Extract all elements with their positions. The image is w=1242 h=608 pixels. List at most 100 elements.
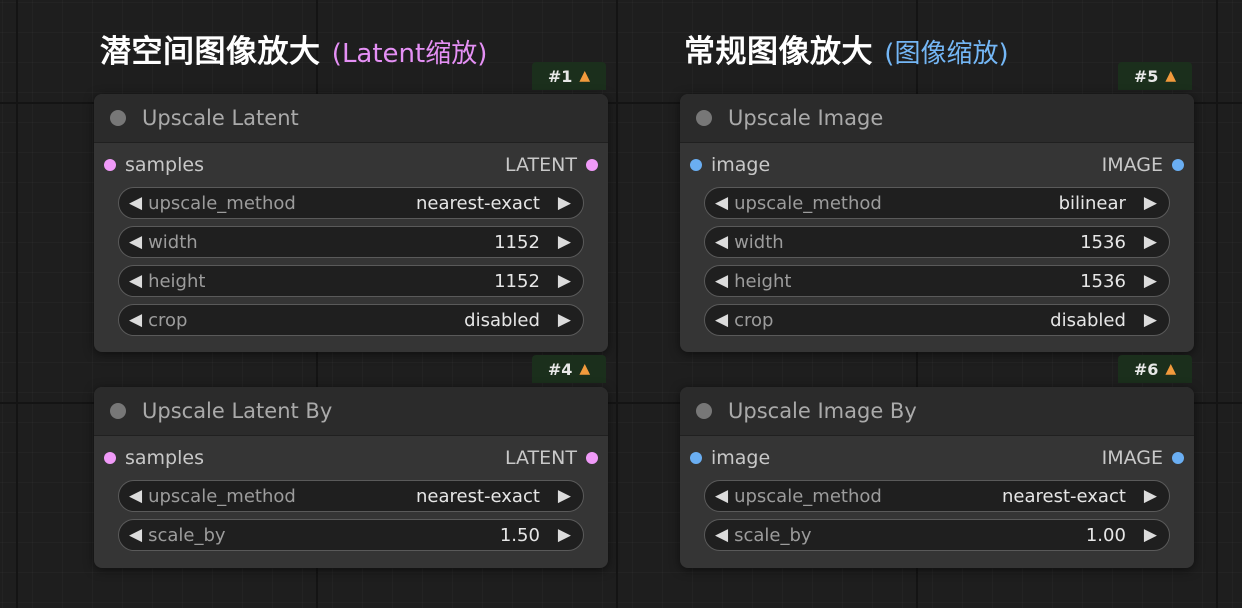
node-upscale-latent-by[interactable]: Upscale Latent By samples LATENT ◀ upsca… [94, 387, 608, 568]
arrow-left-icon[interactable]: ◀ [129, 310, 142, 330]
arrow-left-icon[interactable]: ◀ [715, 310, 728, 330]
node-collapse-dot-icon[interactable] [110, 110, 126, 126]
slot-row: image IMAGE [680, 436, 1194, 480]
heading-latent-title: 潜空间图像放大 [100, 34, 321, 70]
widget-value[interactable]: 1.00 [1086, 525, 1126, 546]
arrow-right-icon[interactable]: ▶ [1144, 486, 1157, 506]
widget-label: crop [148, 309, 188, 331]
arrow-right-icon[interactable]: ▶ [1144, 525, 1157, 545]
widget-value[interactable]: 1.50 [500, 525, 540, 546]
widget-crop[interactable]: ◀ crop disabled ▶ [118, 304, 584, 336]
node-id-badge: #5 ▲ [1118, 62, 1192, 90]
widget-value[interactable]: nearest-exact [1002, 486, 1126, 507]
slot-row: samples LATENT [94, 143, 608, 187]
node-collapse-dot-icon[interactable] [696, 403, 712, 419]
node-id-badge: #6 ▲ [1118, 355, 1192, 383]
slot-row: samples LATENT [94, 436, 608, 480]
widget-upscale-method[interactable]: ◀ upscale_method nearest-exact ▶ [118, 187, 584, 219]
widget-crop[interactable]: ◀ crop disabled ▶ [704, 304, 1170, 336]
fox-icon: ▲ [579, 361, 591, 377]
widget-value[interactable]: bilinear [1059, 193, 1126, 214]
widget-label: height [734, 270, 792, 292]
input-slot-samples[interactable] [104, 159, 116, 171]
arrow-left-icon[interactable]: ◀ [715, 486, 728, 506]
arrow-left-icon[interactable]: ◀ [715, 271, 728, 291]
arrow-left-icon[interactable]: ◀ [129, 232, 142, 252]
node-id-badge: #4 ▲ [532, 355, 606, 383]
input-slot-image[interactable] [690, 452, 702, 464]
widget-label: upscale_method [734, 485, 882, 507]
widget-value[interactable]: 1536 [1080, 271, 1126, 292]
heading-latent-subtitle: (Latent缩放) [331, 39, 488, 69]
output-slot-image[interactable] [1172, 452, 1184, 464]
widget-value[interactable]: 1536 [1080, 232, 1126, 253]
arrow-right-icon[interactable]: ▶ [558, 193, 571, 213]
widget-value[interactable]: disabled [464, 310, 540, 331]
widget-value[interactable]: nearest-exact [416, 486, 540, 507]
arrow-right-icon[interactable]: ▶ [558, 486, 571, 506]
output-slot-latent[interactable] [586, 452, 598, 464]
node-title: Upscale Latent [142, 106, 299, 130]
output-slot-latent[interactable] [586, 159, 598, 171]
widget-label: height [148, 270, 206, 292]
widget-value[interactable]: 1152 [494, 232, 540, 253]
arrow-right-icon[interactable]: ▶ [1144, 310, 1157, 330]
node-header[interactable]: Upscale Image [680, 94, 1194, 143]
widget-width[interactable]: ◀ width 1536 ▶ [704, 226, 1170, 258]
arrow-left-icon[interactable]: ◀ [129, 525, 142, 545]
input-label: image [711, 154, 771, 176]
widget-height[interactable]: ◀ height 1536 ▶ [704, 265, 1170, 297]
arrow-right-icon[interactable]: ▶ [1144, 232, 1157, 252]
widget-value[interactable]: 1152 [494, 271, 540, 292]
widget-label: scale_by [734, 524, 812, 546]
arrow-right-icon[interactable]: ▶ [1144, 271, 1157, 291]
arrow-right-icon[interactable]: ▶ [558, 232, 571, 252]
widget-value[interactable]: disabled [1050, 310, 1126, 331]
node-upscale-image[interactable]: Upscale Image image IMAGE ◀ upscale_meth… [680, 94, 1194, 352]
badge-id: #4 [547, 359, 573, 379]
node-upscale-image-by[interactable]: Upscale Image By image IMAGE ◀ upscale_m… [680, 387, 1194, 568]
arrow-left-icon[interactable]: ◀ [715, 193, 728, 213]
widget-scale-by[interactable]: ◀ scale_by 1.00 ▶ [704, 519, 1170, 551]
widget-value[interactable]: nearest-exact [416, 193, 540, 214]
node-header[interactable]: Upscale Image By [680, 387, 1194, 436]
heading-image-subtitle: (图像缩放) [884, 39, 1009, 69]
input-label: image [711, 447, 771, 469]
arrow-left-icon[interactable]: ◀ [129, 193, 142, 213]
arrow-right-icon[interactable]: ▶ [1144, 193, 1157, 213]
input-slot-image[interactable] [690, 159, 702, 171]
arrow-right-icon[interactable]: ▶ [558, 310, 571, 330]
widget-upscale-method[interactable]: ◀ upscale_method bilinear ▶ [704, 187, 1170, 219]
widget-upscale-method[interactable]: ◀ upscale_method nearest-exact ▶ [118, 480, 584, 512]
input-label: samples [125, 154, 204, 176]
node-header[interactable]: Upscale Latent By [94, 387, 608, 436]
widget-label: width [148, 231, 198, 253]
widget-label: upscale_method [734, 192, 882, 214]
arrow-right-icon[interactable]: ▶ [558, 271, 571, 291]
output-label: LATENT [505, 447, 577, 469]
node-header[interactable]: Upscale Latent [94, 94, 608, 143]
node-collapse-dot-icon[interactable] [696, 110, 712, 126]
arrow-left-icon[interactable]: ◀ [715, 525, 728, 545]
widget-height[interactable]: ◀ height 1152 ▶ [118, 265, 584, 297]
heading-latent-upscale: 潜空间图像放大 (Latent缩放) [100, 26, 487, 71]
input-slot-samples[interactable] [104, 452, 116, 464]
arrow-left-icon[interactable]: ◀ [129, 486, 142, 506]
badge-id: #6 [1133, 359, 1159, 379]
widget-label: crop [734, 309, 774, 331]
node-upscale-latent[interactable]: Upscale Latent samples LATENT ◀ upscale_… [94, 94, 608, 352]
input-label: samples [125, 447, 204, 469]
output-label: LATENT [505, 154, 577, 176]
widget-width[interactable]: ◀ width 1152 ▶ [118, 226, 584, 258]
arrow-left-icon[interactable]: ◀ [129, 271, 142, 291]
output-label: IMAGE [1101, 447, 1163, 469]
node-collapse-dot-icon[interactable] [110, 403, 126, 419]
arrow-right-icon[interactable]: ▶ [558, 525, 571, 545]
arrow-left-icon[interactable]: ◀ [715, 232, 728, 252]
badge-id: #5 [1133, 66, 1159, 86]
widget-scale-by[interactable]: ◀ scale_by 1.50 ▶ [118, 519, 584, 551]
node-title: Upscale Image By [728, 399, 917, 423]
widget-upscale-method[interactable]: ◀ upscale_method nearest-exact ▶ [704, 480, 1170, 512]
output-slot-image[interactable] [1172, 159, 1184, 171]
widget-label: width [734, 231, 784, 253]
